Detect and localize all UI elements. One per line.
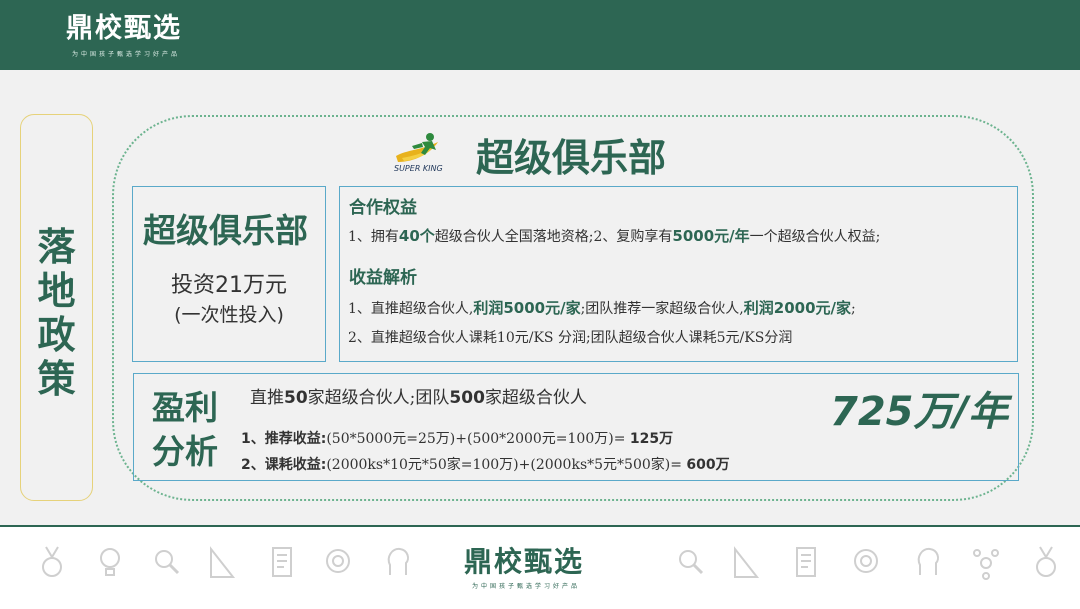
income-highlight-1: 利润5000元/家 bbox=[473, 299, 581, 317]
footer-logo-subtitle: 为中国孩子甄选学习好产品 bbox=[472, 583, 581, 590]
profit-title-line-1: 盈利 bbox=[152, 388, 218, 427]
footer-bar: 鼎校甄选 为中国孩子甄选学习好产品 bbox=[0, 527, 1080, 609]
logo-subtitle: 为中国孩子甄选学习好产品 bbox=[72, 51, 181, 58]
rights-text-2: 超级合伙人全国落地资格;2、复购享有 bbox=[434, 229, 673, 245]
rights-heading: 合作权益 bbox=[349, 198, 417, 218]
profit-row-2-result: 600万 bbox=[686, 457, 730, 473]
side-label-panel: 落地政策 bbox=[20, 114, 93, 501]
policy-detail-card: 合作权益 1、拥有40个超级合伙人全国落地资格;2、复购享有5000元/年一个超… bbox=[339, 186, 1018, 362]
head-idea-icon bbox=[384, 545, 412, 581]
investment-card-title: 超级俱乐部 bbox=[143, 211, 308, 250]
medal-icon bbox=[1032, 545, 1060, 581]
side-label-text: 落地政策 bbox=[37, 225, 76, 401]
profit-row-1-formula: (50*5000元=25万)+(500*2000元=100万)= bbox=[326, 431, 630, 447]
profit-row-2-label: 2、课耗收益: bbox=[241, 457, 327, 473]
profit-row-consumption: 2、课耗收益:(2000ks*10元*50家=100万)+(2000ks*5元*… bbox=[241, 454, 730, 474]
income-line-2: 2、直推超级合伙人课耗10元/KS 分润;团队超级合伙人课耗5元/KS分润 bbox=[348, 330, 793, 346]
rights-highlight-2: 5000元/年 bbox=[672, 227, 750, 245]
income-text-3: ; bbox=[851, 301, 856, 317]
rights-text-1: 1、拥有 bbox=[348, 229, 399, 245]
network-icon bbox=[972, 545, 1000, 581]
header-bar: 鼎校甄选 为中国孩子甄选学习好产品 bbox=[0, 0, 1080, 70]
document-icon bbox=[268, 545, 296, 581]
side-label: 落地政策 bbox=[21, 225, 92, 401]
profit-summary: 直推50家超级合伙人;团队500家超级合伙人 bbox=[250, 383, 587, 408]
globe-search-icon bbox=[852, 545, 880, 581]
annual-profit: 725万/年 bbox=[830, 389, 1009, 435]
ruler-icon bbox=[732, 545, 760, 581]
profit-summary-text-1: 直推 bbox=[250, 388, 284, 408]
footer-logo: 鼎校甄选 为中国孩子甄选学习好产品 bbox=[464, 545, 616, 590]
club-title: 超级俱乐部 bbox=[476, 136, 667, 180]
footer-logo-text: 鼎校甄选 bbox=[464, 545, 585, 578]
income-highlight-2: 利润2000元/家 bbox=[743, 299, 851, 317]
income-heading: 收益解析 bbox=[349, 268, 417, 288]
profit-summary-text-2: 家超级合伙人;团队 bbox=[307, 388, 450, 408]
globe-search-icon bbox=[324, 545, 352, 581]
income-text-1: 1、直推超级合伙人, bbox=[348, 301, 474, 317]
lightbulb-icon bbox=[96, 545, 124, 581]
profit-summary-num-1: 50 bbox=[284, 388, 308, 408]
investment-card: 超级俱乐部 投资21万元 (一次性投入) bbox=[132, 186, 326, 362]
magnifier-icon bbox=[152, 545, 180, 581]
investment-note: (一次性投入) bbox=[174, 304, 284, 326]
profit-summary-text-3: 家超级合伙人 bbox=[484, 388, 587, 408]
profit-row-1-label: 1、推荐收益: bbox=[241, 431, 327, 447]
logo-text: 鼎校甄选 bbox=[66, 13, 182, 44]
brand-logo: 鼎校甄选 为中国孩子甄选学习好产品 bbox=[66, 12, 208, 58]
medal-icon bbox=[38, 545, 66, 581]
document-icon bbox=[792, 545, 820, 581]
rights-highlight-1: 40个 bbox=[398, 227, 435, 245]
profit-row-referral: 1、推荐收益:(50*5000元=25万)+(500*2000元=100万)= … bbox=[241, 428, 673, 448]
head-idea-icon bbox=[914, 545, 942, 581]
magnifier-icon bbox=[676, 545, 704, 581]
income-line-1: 1、直推超级合伙人,利润5000元/家;团队推荐一家超级合伙人,利润2000元/… bbox=[348, 297, 856, 318]
profit-row-1-result: 125万 bbox=[629, 431, 674, 447]
profit-summary-num-2: 500 bbox=[449, 388, 485, 408]
profit-analysis-card: 盈利 分析 直推50家超级合伙人;团队500家超级合伙人 1、推荐收益:(50*… bbox=[133, 373, 1019, 481]
profit-title: 盈利 分析 bbox=[152, 386, 218, 474]
investment-amount: 投资21万元 bbox=[171, 273, 287, 298]
rights-text-3: 一个超级合伙人权益; bbox=[749, 229, 881, 245]
super-king-brand: SUPER KING bbox=[394, 164, 443, 173]
profit-title-line-2: 分析 bbox=[152, 432, 218, 471]
ruler-icon bbox=[208, 545, 236, 581]
profit-row-2-formula: (2000ks*10元*50家=100万)+(2000ks*5元*500家)= bbox=[326, 457, 687, 473]
income-text-2: ;团队推荐一家超级合伙人, bbox=[580, 301, 744, 317]
rights-line: 1、拥有40个超级合伙人全国落地资格;2、复购享有5000元/年一个超级合伙人权… bbox=[348, 225, 880, 246]
